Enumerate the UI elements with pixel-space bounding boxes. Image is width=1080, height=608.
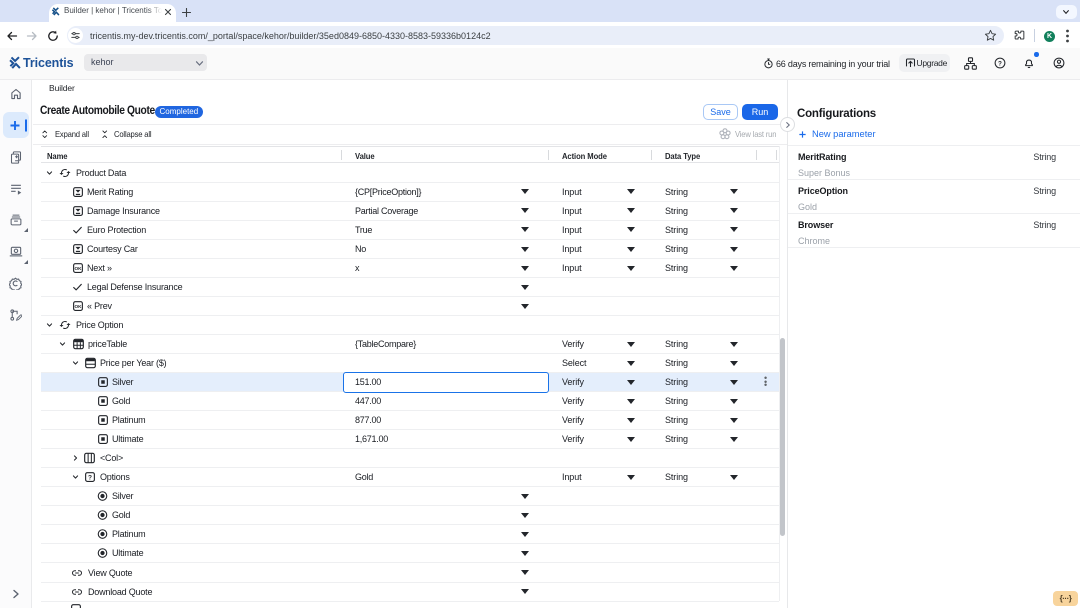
svg-text:OK: OK <box>74 266 82 271</box>
svg-text:?: ? <box>998 60 1002 67</box>
svg-text:OK: OK <box>74 304 82 309</box>
svg-text:?: ? <box>88 475 92 482</box>
